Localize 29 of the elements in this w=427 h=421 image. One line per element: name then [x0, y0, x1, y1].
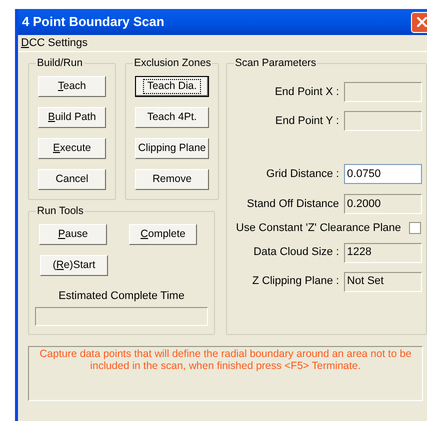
push-button[interactable]: Execute: [38, 138, 106, 159]
group-title: Run Tools: [36, 205, 85, 218]
push-button[interactable]: Remove: [135, 169, 210, 190]
push-button[interactable]: Teach: [38, 76, 106, 97]
checkbox-label: Use Constant 'Z' Clearance Plane: [236, 221, 402, 236]
group-title: Exclusion Zones: [133, 57, 212, 70]
push-button[interactable]: Cancel: [38, 169, 106, 190]
push-button[interactable]: Teach 4Pt.: [135, 107, 210, 128]
push-button[interactable]: Build Path: [38, 107, 106, 128]
group-title: Build/Run: [36, 57, 84, 70]
status-message: Capture data points that will define the radial boundary around an area not to be included in the scan, when finished press <F5> Terminate.: [38, 348, 412, 372]
push-button[interactable]: Clipping Plane: [135, 138, 210, 159]
field-label: Z Clipping Plane :: [252, 274, 340, 290]
menu-item[interactable]: DCC Settings: [21, 36, 88, 50]
checkbox[interactable]: [409, 222, 422, 234]
push-button[interactable]: Complete: [129, 224, 197, 245]
field-label: Stand Off Distance: [246, 196, 340, 212]
group-title: Scan Parameters: [234, 57, 318, 70]
field-label: Grid Distance :: [266, 166, 340, 182]
close-button[interactable]: [411, 12, 427, 32]
push-button[interactable]: Teach Dia.: [135, 76, 210, 97]
text-field[interactable]: 0.0750: [344, 164, 422, 184]
field-label: End Point Y :: [275, 114, 340, 129]
push-button[interactable]: Pause: [39, 224, 107, 245]
push-button[interactable]: (Re)Start: [40, 255, 108, 276]
estimate-label: Estimated Complete Time: [58, 290, 186, 303]
field-label: Data Cloud Size :: [253, 245, 340, 260]
window-title: 4 Point Boundary Scan: [22, 13, 164, 32]
field-label: End Point X :: [274, 84, 340, 100]
